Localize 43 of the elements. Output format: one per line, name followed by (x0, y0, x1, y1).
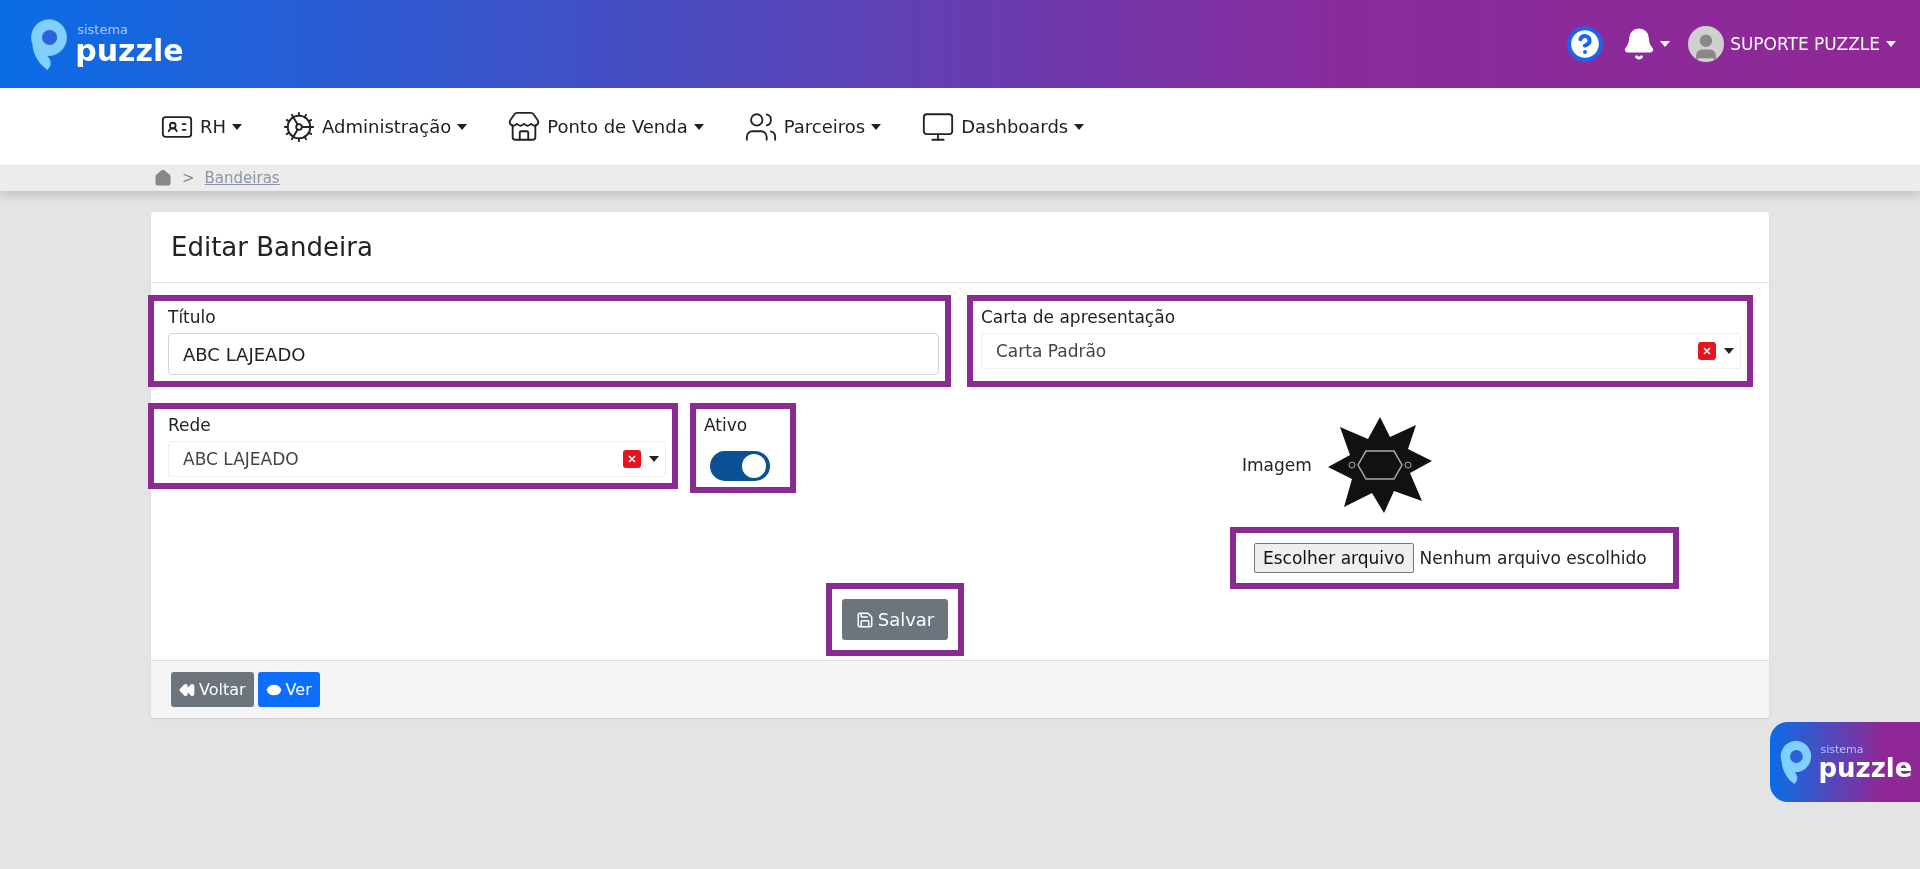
caret-icon (457, 123, 468, 130)
select-field[interactable]: ABC LAJEADO (168, 441, 666, 477)
field-label: Imagem (1242, 455, 1312, 475)
back-button[interactable]: Voltar (171, 672, 254, 707)
field-label: Rede (168, 415, 212, 435)
caret-icon (1074, 123, 1085, 130)
notifications-button[interactable] (1622, 27, 1671, 61)
gears-icon (282, 109, 317, 144)
field-label: Carta de apresentação (981, 307, 1177, 327)
nav-menu-item[interactable]: Dashboards (921, 109, 1085, 144)
home-icon[interactable] (154, 169, 172, 187)
close-icon (1703, 347, 1711, 355)
logo-small-text: sistema (1820, 743, 1865, 755)
nav-menu-item[interactable]: Administração (282, 109, 468, 144)
logo-small-text: sistema (77, 22, 130, 36)
save-icon (855, 610, 874, 629)
clear-button[interactable] (623, 450, 641, 468)
nav-menu-item[interactable]: Ponto de Venda (507, 109, 704, 144)
nav-menu-item[interactable]: RH (160, 109, 243, 144)
logo-text: puzzle (1818, 754, 1913, 781)
store-icon (507, 109, 542, 144)
avatar-icon (1688, 26, 1725, 62)
choose-file-button[interactable]: Escolher arquivo (1254, 543, 1414, 573)
file-status-text: Nenhum arquivo escolhido (1419, 548, 1647, 568)
toggle-switch[interactable] (710, 451, 770, 481)
clear-button[interactable] (1698, 342, 1716, 360)
card-title: Editar Bandeira (151, 212, 1769, 283)
input-field[interactable]: ABC LAJEADO (168, 333, 939, 375)
logo-text: puzzle (75, 35, 184, 66)
caret-icon (871, 123, 882, 130)
close-icon (628, 455, 636, 463)
rewind-icon (179, 681, 195, 698)
select-field[interactable]: Carta Padrão (981, 333, 1741, 369)
save-button[interactable]: Salvar (841, 599, 949, 640)
view-button[interactable]: Ver (257, 672, 320, 707)
nav-menu-item[interactable]: Parceiros (743, 109, 882, 144)
field-label: Ativo (704, 415, 749, 435)
field-label: Título (168, 307, 217, 327)
help-icon[interactable] (1566, 25, 1605, 63)
caret-icon (232, 123, 243, 130)
caret-icon (693, 123, 704, 130)
user-menu[interactable]: SUPORTE PUZZLE (1688, 26, 1896, 62)
breadcrumb-separator: > (182, 169, 195, 187)
